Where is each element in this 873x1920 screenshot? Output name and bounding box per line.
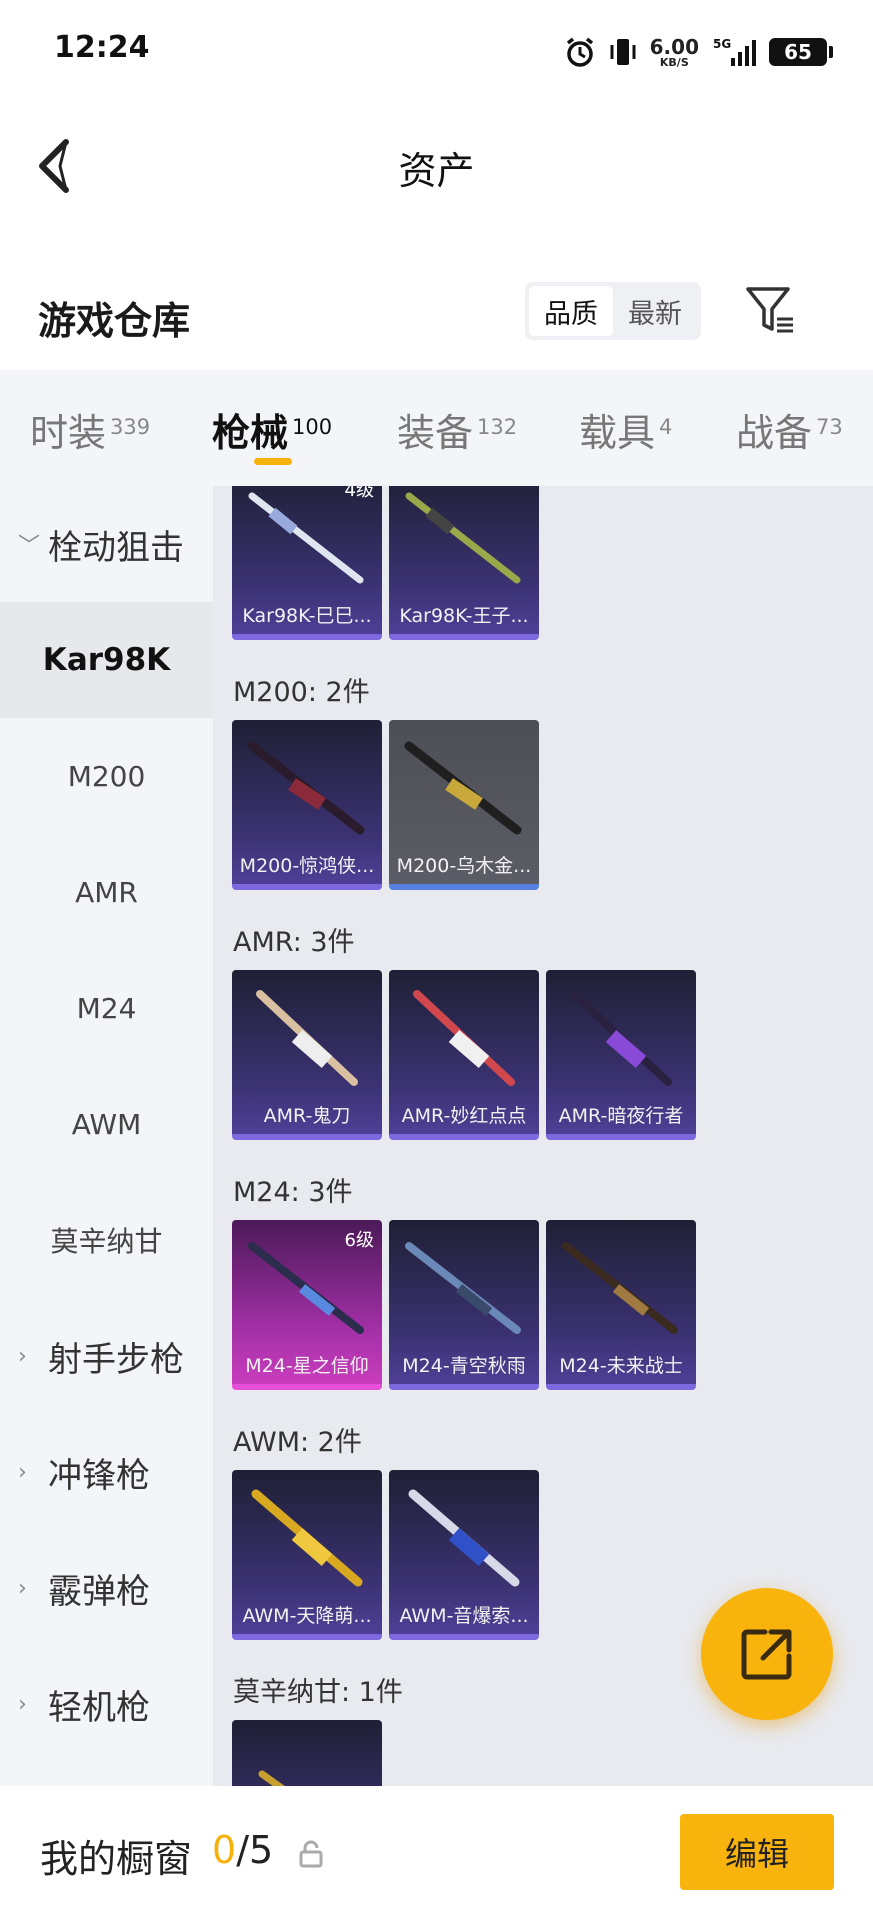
tab-supplies[interactable]: 战备 73 [736,402,843,457]
showcase-bar: 我的橱窗 0/5 编辑 [0,1786,873,1920]
warehouse-header: 游戏仓库 品质 最新 [0,230,873,370]
filter-icon [746,287,793,333]
showcase-label: 我的橱窗 [40,1837,193,1881]
sidebar-item-amr[interactable]: AMR [0,834,213,950]
share-button[interactable] [701,1588,833,1720]
status-icons: 6.00 KB/S 5G 65 [564,30,833,74]
section-title: 莫辛纳甘: 1件 [233,1677,403,1708]
rifle-icon [251,1489,363,1587]
nav-bar: 资产 [0,100,873,230]
rifle-icon [562,1242,678,1334]
section-title: M200: 2件 [233,677,370,708]
share-icon [741,1629,792,1680]
edit-button[interactable]: 编辑 [680,1814,834,1890]
weapon-card[interactable] [232,1720,382,1786]
sidebar-item-kar98k[interactable]: Kar98K [0,602,213,718]
vibrate-icon [610,39,636,65]
network-speed: 6.00 KB/S [649,34,699,69]
sidebar-group-shotgun[interactable]: › 霰弹枪 [0,1530,213,1646]
section-title: AWM: 2件 [233,1427,362,1458]
weapon-card[interactable]: AMR-暗夜行者 [546,970,696,1140]
rifle-icon [404,741,522,835]
category-tabs: 时装 339 枪械 100 装备 132 载具 4 战备 73 [0,370,873,486]
weapon-card[interactable]: 4级 Kar98K-巳巳... [232,486,382,640]
sort-quality-option[interactable]: 品质 [529,286,613,336]
section-title: AMR: 3件 [233,927,355,958]
tab-equipment[interactable]: 装备 132 [397,402,517,457]
sidebar-item-m200[interactable]: M200 [0,718,213,834]
alarm-icon [566,37,593,67]
tab-fashion[interactable]: 时装 339 [30,402,150,457]
tab-vehicles[interactable]: 载具 4 [579,402,672,457]
rifle-icon [247,741,365,835]
sidebar-group-marksman[interactable]: › 射手步枪 [0,1298,213,1414]
weapon-card[interactable]: AMR-鬼刀 [232,970,382,1140]
sidebar-group-smg[interactable]: › 冲锋枪 [0,1414,213,1530]
tab-firearms[interactable]: 枪械 100 [212,402,332,457]
rifle-icon [256,990,358,1086]
rifle-icon [405,1242,521,1334]
sidebar-group-bolt-action[interactable]: ﹀ 栓动狙击 [0,486,213,602]
signal-5g-icon: 5G [713,37,756,66]
clock: 12:24 [54,30,150,65]
chevron-right-icon: › [18,1691,27,1717]
sort-newest-option[interactable]: 最新 [613,286,697,336]
rifle-icon [570,990,672,1086]
warehouse-title: 游戏仓库 [38,299,191,343]
rifle-icon [248,492,364,584]
chevron-right-icon: › [18,1343,27,1369]
rifle-icon [413,990,515,1086]
page-title: 资产 [398,149,475,193]
filter-button[interactable] [745,285,795,337]
showcase-count: 0/5 [212,1828,274,1872]
sidebar-item-awm[interactable]: AWM [0,1066,213,1182]
sidebar-item-m24[interactable]: M24 [0,950,213,1066]
weapon-card[interactable]: AMR-妙红点点 [389,970,539,1140]
weapon-card[interactable]: AWM-天降萌... [232,1470,382,1640]
rifle-icon [408,1489,520,1587]
svg-text:5G: 5G [713,37,731,51]
chevron-right-icon: › [18,1575,27,1601]
chevron-right-icon: › [18,1459,27,1485]
weapon-card[interactable]: M24-青空秋雨 [389,1220,539,1390]
rifle-icon [405,492,521,584]
weapon-card[interactable]: M200-惊鸿侠... [232,720,382,890]
weapon-card[interactable]: M200-乌木金... [389,720,539,890]
lock-icon [299,1840,323,1868]
status-bar: 12:24 6.00 KB/S 5G 65 [0,0,873,100]
weapon-card[interactable]: 6级 M24-星之信仰 [232,1220,382,1390]
sidebar-group-lmg[interactable]: › 轻机枪 [0,1646,213,1762]
battery-indicator: 65 [769,38,833,66]
section-title: M24: 3件 [233,1177,353,1208]
rifle-icon [258,1770,285,1786]
chevron-down-icon: ﹀ [18,534,41,559]
weapon-card[interactable]: M24-未来战士 [546,1220,696,1390]
sidebar-item-mosin[interactable]: 莫辛纳甘 [0,1182,213,1298]
active-tab-indicator [254,458,292,465]
weapon-card[interactable]: Kar98K-王子... [389,486,539,640]
sidebar: ﹀ 栓动狙击 Kar98K M200 AMR M24 AWM 莫辛纳甘 › 射手… [0,486,213,1786]
sort-toggle: 品质 最新 [525,282,701,340]
weapon-card[interactable]: AWM-音爆索... [389,1470,539,1640]
